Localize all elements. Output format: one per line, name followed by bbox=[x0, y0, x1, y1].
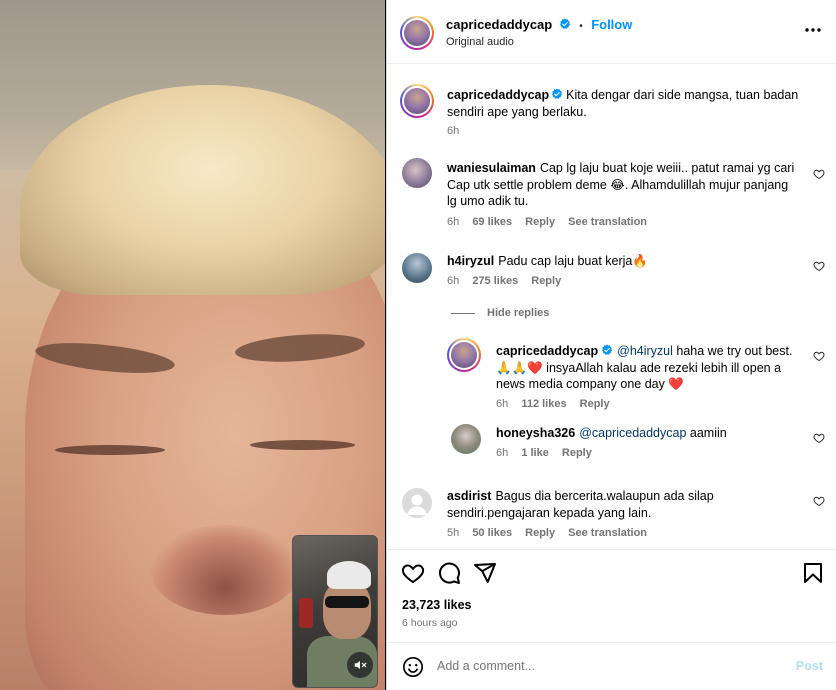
reply-time[interactable]: 6h bbox=[496, 398, 508, 410]
bookmark-icon[interactable] bbox=[801, 561, 825, 585]
comment-meta: 6h 69 likes Reply See translation bbox=[447, 216, 657, 228]
reply-author-avatar[interactable] bbox=[451, 424, 481, 454]
follow-button[interactable]: Follow bbox=[591, 17, 632, 32]
comment-time[interactable]: 6h bbox=[447, 216, 459, 228]
video-eye-right bbox=[250, 440, 355, 450]
reply-likes[interactable]: 112 likes bbox=[521, 398, 566, 410]
like-icon[interactable] bbox=[401, 561, 425, 585]
comment-username[interactable]: h4iryzul bbox=[447, 254, 494, 268]
verified-badge-icon bbox=[602, 344, 613, 355]
reply-time[interactable]: 6h bbox=[496, 447, 508, 459]
comment-text: waniesulaiman Cap lg laju buat koje weiii… bbox=[447, 161, 795, 208]
comment-likes[interactable]: 69 likes bbox=[472, 216, 512, 228]
pip-background-object bbox=[299, 598, 313, 628]
reply-mention[interactable]: @capricedaddycap bbox=[579, 426, 686, 440]
caption-meta: 6h bbox=[447, 125, 469, 137]
author-avatar[interactable] bbox=[400, 16, 434, 50]
commenter-avatar[interactable] bbox=[402, 158, 432, 188]
comment-likes[interactable]: 275 likes bbox=[472, 275, 518, 287]
reply-meta: 6h 1 like Reply bbox=[496, 447, 602, 459]
comment-time[interactable]: 5h bbox=[447, 527, 459, 539]
comment-meta: 6h 275 likes Reply bbox=[447, 275, 571, 287]
post-video[interactable] bbox=[0, 0, 385, 690]
post-details-panel: capricedaddycap • Follow Original audio … bbox=[386, 0, 836, 690]
author-username[interactable]: capricedaddycap bbox=[446, 17, 552, 32]
more-options-icon[interactable] bbox=[805, 27, 821, 33]
reply-meta: 6h 112 likes Reply bbox=[496, 398, 620, 410]
caption-username[interactable]: capricedaddycap bbox=[447, 88, 549, 102]
verified-badge-icon bbox=[552, 88, 563, 99]
heart-icon[interactable] bbox=[813, 350, 825, 362]
commenter-avatar-default[interactable] bbox=[402, 488, 432, 518]
comment-likes[interactable]: 50 likes bbox=[472, 527, 512, 539]
share-icon[interactable] bbox=[473, 561, 497, 585]
comments-scrollbar[interactable] bbox=[830, 64, 836, 550]
reply-button[interactable]: Reply bbox=[580, 398, 610, 410]
reply-button[interactable]: Reply bbox=[531, 275, 561, 287]
reply-text: honeysha326 @capricedaddycap aamiin bbox=[496, 426, 727, 440]
verified-badge-icon bbox=[559, 18, 570, 29]
caption-time[interactable]: 6h bbox=[447, 125, 459, 137]
comment-time[interactable]: 6h bbox=[447, 275, 459, 287]
comment-text: asdirist Bagus dia bercerita.walaupun ada… bbox=[447, 489, 714, 520]
reply-mention[interactable]: @h4iryzul bbox=[617, 344, 673, 358]
heart-icon[interactable] bbox=[813, 260, 825, 272]
comment-icon[interactable] bbox=[437, 561, 461, 585]
header-separator: • bbox=[579, 21, 583, 32]
post-like-count[interactable]: 23,723 likes bbox=[402, 598, 472, 612]
reply-author-avatar[interactable] bbox=[447, 338, 481, 372]
video-nose bbox=[150, 525, 300, 615]
comment-input[interactable] bbox=[437, 659, 767, 673]
mute-icon bbox=[354, 660, 367, 670]
comment-username[interactable]: asdirist bbox=[447, 489, 491, 503]
heart-icon[interactable] bbox=[813, 168, 825, 180]
pip-person-glasses bbox=[325, 596, 369, 608]
heart-icon[interactable] bbox=[813, 432, 825, 444]
default-avatar-icon bbox=[407, 494, 427, 515]
post-timestamp[interactable]: 6 hours ago bbox=[402, 617, 457, 629]
comment-username[interactable]: waniesulaiman bbox=[447, 161, 536, 175]
commenter-avatar[interactable] bbox=[402, 253, 432, 283]
reply-button[interactable]: Reply bbox=[562, 447, 592, 459]
hide-replies-line bbox=[451, 313, 475, 314]
caption: capricedaddycap Kita dengar dari side man… bbox=[447, 87, 817, 120]
caption-author-avatar[interactable] bbox=[400, 84, 434, 118]
reply-username[interactable]: capricedaddycap bbox=[496, 344, 598, 358]
comment-composer: Post bbox=[387, 642, 836, 690]
reply-button[interactable]: Reply bbox=[525, 527, 555, 539]
reply-likes[interactable]: 1 like bbox=[521, 447, 549, 459]
post-header: capricedaddycap • Follow Original audio bbox=[387, 0, 836, 64]
pip-person-cap bbox=[327, 561, 371, 589]
reply-username[interactable]: honeysha326 bbox=[496, 426, 575, 440]
video-eye-left bbox=[55, 445, 165, 455]
comment-meta: 5h 50 likes Reply See translation bbox=[447, 527, 657, 539]
reply-text: capricedaddycap @h4iryzul haha we try out… bbox=[496, 344, 793, 391]
heart-icon[interactable] bbox=[813, 495, 825, 507]
comment-text: h4iryzul Padu cap laju buat kerja🔥 bbox=[447, 254, 648, 268]
see-translation-button[interactable]: See translation bbox=[568, 216, 647, 228]
see-translation-button[interactable]: See translation bbox=[568, 527, 647, 539]
original-audio-link[interactable]: Original audio bbox=[446, 36, 514, 48]
actions-divider bbox=[387, 549, 836, 550]
post-comment-button[interactable]: Post bbox=[796, 659, 823, 673]
hide-replies-button[interactable]: Hide replies bbox=[487, 307, 549, 319]
pip-person-face bbox=[323, 581, 371, 639]
emoji-icon[interactable] bbox=[402, 656, 424, 678]
mute-button[interactable] bbox=[347, 652, 373, 678]
reply-button[interactable]: Reply bbox=[525, 216, 555, 228]
